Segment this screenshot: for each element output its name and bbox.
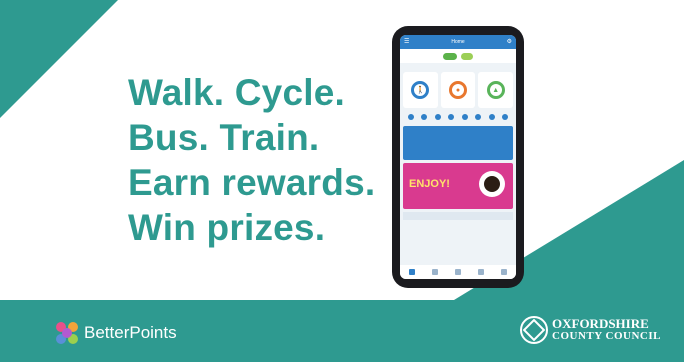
category-dot	[421, 114, 428, 120]
promo-banner: Walk. Cycle. Bus. Train. Earn rewards. W…	[0, 0, 684, 362]
tab-icon	[501, 269, 508, 275]
points-bar	[400, 49, 516, 63]
category-dot	[488, 114, 495, 120]
tab-icon	[478, 269, 485, 275]
gear-icon: ⚙	[506, 39, 512, 45]
tab-icon	[431, 269, 438, 275]
leaf-icon: ▲	[486, 81, 505, 99]
walk-icon: 🚶	[411, 81, 430, 99]
betterpoints-mark-icon	[56, 322, 78, 344]
week-range	[400, 63, 516, 72]
corner-triangle-top-left	[0, 0, 118, 118]
category-dot	[475, 114, 482, 120]
council-name-line-1: OXFORDSHIRE	[552, 316, 649, 331]
bottom-tab-bar	[400, 265, 516, 279]
activity-card-cycle: ●	[440, 72, 476, 108]
app-title: Home	[451, 39, 465, 45]
track-bar	[403, 212, 513, 220]
council-name: OXFORDSHIRE COUNTY COUNCIL	[552, 317, 661, 343]
category-dot	[502, 114, 509, 120]
phone-screen: ☰ Home ⚙ 🚶 ● ▲ ENJOY!	[400, 35, 516, 279]
info-panel	[403, 126, 513, 160]
activity-card-eco: ▲	[478, 72, 514, 108]
activity-card-walk: 🚶	[403, 72, 438, 108]
headline-line-2: Bus. Train.	[128, 117, 320, 158]
tab-home-icon	[408, 269, 415, 275]
coffee-icon	[479, 171, 505, 197]
tab-icon	[454, 269, 461, 275]
activity-cards: 🚶 ● ▲	[400, 72, 516, 108]
promo-card: ENJOY!	[403, 163, 513, 209]
betterpoints-logo: BetterPoints	[56, 322, 177, 344]
council-logo: OXFORDSHIRE COUNTY COUNCIL	[520, 316, 661, 344]
headline-line-1: Walk. Cycle.	[128, 72, 345, 113]
category-dot	[448, 114, 455, 120]
menu-icon: ☰	[404, 39, 410, 45]
phone-mockup: ☰ Home ⚙ 🚶 ● ▲ ENJOY!	[392, 26, 524, 288]
headline-line-4: Win prizes.	[128, 207, 326, 248]
cycle-icon: ●	[449, 81, 467, 99]
promo-text: ENJOY!	[409, 178, 450, 190]
council-crest-icon	[520, 316, 548, 344]
category-dot	[461, 114, 468, 120]
app-header: ☰ Home ⚙	[400, 35, 516, 49]
headline: Walk. Cycle. Bus. Train. Earn rewards. W…	[128, 70, 375, 250]
category-dot	[434, 114, 441, 120]
points-pill	[442, 52, 458, 60]
category-dots	[400, 108, 516, 126]
headline-line-3: Earn rewards.	[128, 162, 376, 203]
points-pill-secondary	[461, 52, 474, 60]
council-name-line-2: COUNTY COUNCIL	[552, 330, 661, 342]
betterpoints-name: BetterPoints	[84, 323, 177, 342]
category-dot	[407, 114, 414, 120]
